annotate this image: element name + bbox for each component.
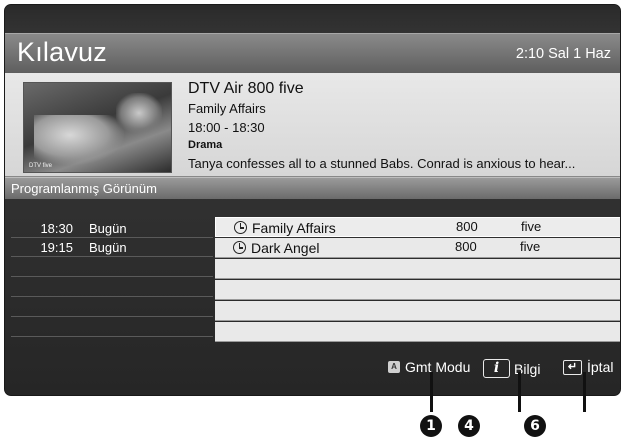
info-icon: i <box>483 359 510 378</box>
schedule-row-left-empty <box>11 258 213 277</box>
callout-marker: 1 <box>420 415 442 437</box>
a-key-icon: A <box>388 361 400 373</box>
schedule-program: Family Affairs <box>252 220 336 236</box>
schedule-row-empty <box>215 301 620 321</box>
program-genre: Drama <box>188 139 223 151</box>
schedule-channel-number: 800 <box>455 239 477 254</box>
schedule-row-empty <box>215 259 620 279</box>
callout-line <box>430 372 433 412</box>
title-bar: Kılavuz 2:10 Sal 1 Haz <box>5 33 620 73</box>
thumbnail-shape <box>116 93 162 133</box>
program-time: 18:00 - 18:30 <box>188 120 265 135</box>
clock-icon <box>234 221 247 234</box>
top-strip <box>5 5 620 33</box>
schedule-row-empty <box>215 322 620 342</box>
program-name: Family Affairs <box>188 101 266 116</box>
callout-marker: 4 <box>458 415 480 437</box>
schedule-row-left[interactable]: 19:15 Bugün <box>11 238 213 257</box>
program-info-panel: DTV five DTV Air 800 five Family Affairs… <box>5 73 620 177</box>
program-description: Tanya confesses all to a stunned Babs. C… <box>188 156 576 171</box>
clock-icon <box>233 241 246 254</box>
schedule-time: 19:15 <box>40 240 73 255</box>
schedule-time: 18:30 <box>40 221 73 236</box>
section-header: Programlanmış Görünüm <box>5 177 620 199</box>
tv-guide-screen: Kılavuz 2:10 Sal 1 Haz DTV five DTV Air … <box>4 4 621 396</box>
cancel-button[interactable]: ↵ İptal <box>563 359 613 375</box>
schedule-row-empty <box>215 280 620 300</box>
schedule-program: Dark Angel <box>251 240 320 256</box>
scheduled-list: 18:30 Bugün 19:15 Bugün Family Affairs 8… <box>5 217 620 342</box>
schedule-day: Bugün <box>89 240 127 255</box>
schedule-row[interactable]: Family Affairs 800 five <box>215 217 620 237</box>
clock-display: 2:10 Sal 1 Haz <box>515 46 611 62</box>
gmt-mode-label: Gmt Modu <box>405 359 471 375</box>
program-thumbnail: DTV five <box>23 82 172 173</box>
schedule-channel-number: 800 <box>456 219 478 234</box>
schedule-row-left[interactable]: 18:30 Bugün <box>11 219 213 238</box>
channel-name: DTV Air 800 five <box>188 80 304 97</box>
callout-marker: 6 <box>524 415 546 437</box>
section-title: Programlanmış Görünüm <box>11 181 157 196</box>
callout-line <box>583 372 586 412</box>
schedule-channel-name: five <box>521 219 542 234</box>
thumbnail-watermark: DTV five <box>29 163 53 169</box>
schedule-day: Bugün <box>89 221 127 236</box>
return-icon: ↵ <box>563 359 582 375</box>
schedule-row-left-empty <box>11 278 213 297</box>
schedule-row-left-empty <box>11 318 213 337</box>
schedule-row-left-empty <box>11 298 213 317</box>
page-title: Kılavuz <box>17 37 107 67</box>
callout-line <box>518 372 521 412</box>
footer-bar: A Gmt Modu i Bilgi ↵ İptal <box>5 353 620 383</box>
info-button[interactable]: i Bilgi <box>483 359 540 378</box>
schedule-channel-name: five <box>520 239 541 254</box>
thumbnail-shape <box>34 115 124 165</box>
schedule-row[interactable]: Dark Angel 800 five <box>215 238 620 258</box>
program-details: DTV Air 800 five Family Affairs 18:00 - … <box>188 79 575 173</box>
cancel-label: İptal <box>587 359 614 375</box>
